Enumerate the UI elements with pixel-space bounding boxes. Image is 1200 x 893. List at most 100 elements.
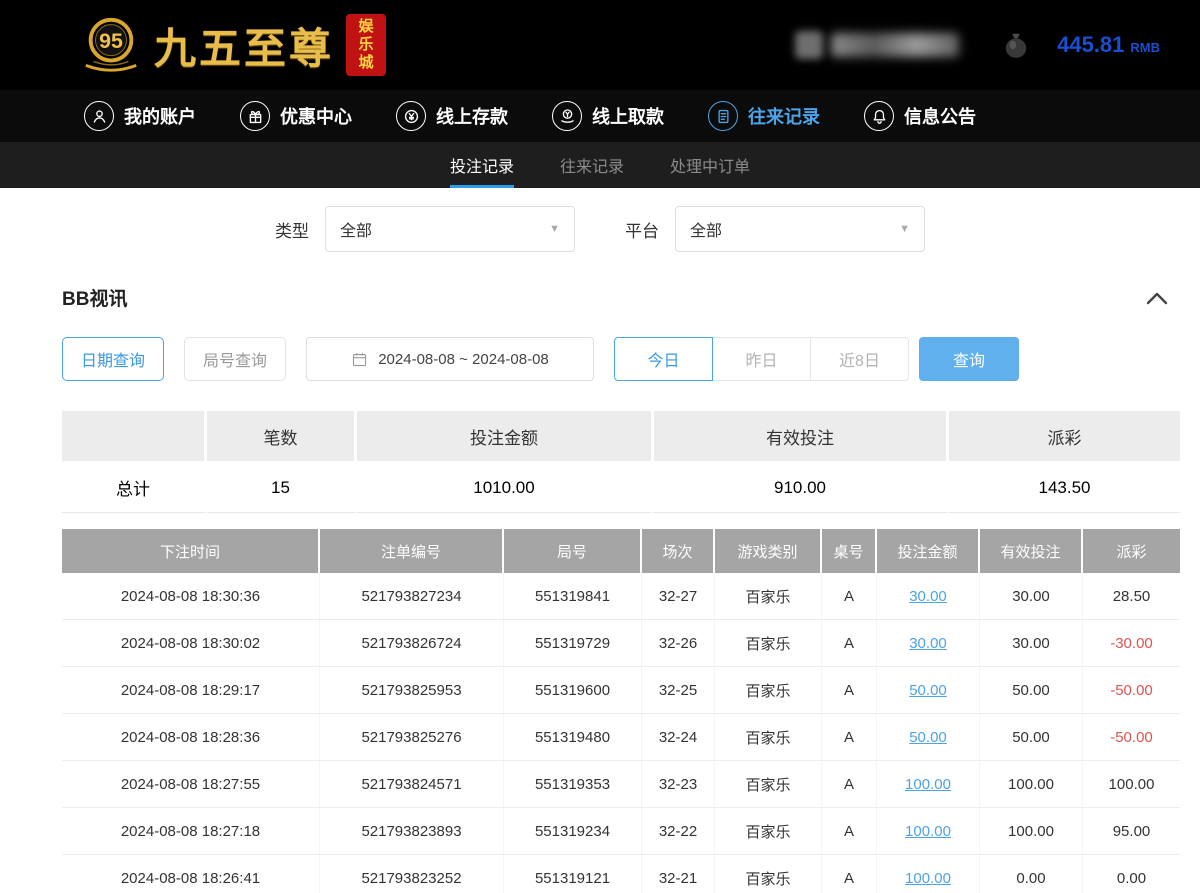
payout-cell: 0.00 [1083,855,1180,893]
bet-id-cell: 521793825276 [320,714,504,760]
search-button[interactable]: 查询 [919,337,1019,381]
payout-cell: -30.00 [1083,620,1180,666]
quick-date-group: 今日 昨日 近8日 [614,337,909,381]
table-no-cell: A [822,855,877,893]
today-button[interactable]: 今日 [614,337,713,381]
game-type-cell: 百家乐 [715,855,822,893]
round-query-button[interactable]: 局号查询 [184,337,286,381]
tab-transaction-records[interactable]: 往来记录 [560,142,624,188]
main-nav: 我的账户 优惠中心 线上存款 线上取款 往来记录 信息公告 [0,90,1200,142]
nav-item-records[interactable]: 往来记录 [708,101,820,131]
platform-select[interactable]: 全部 ▼ [675,206,925,252]
col-bet-time: 下注时间 [62,529,320,573]
date-query-button[interactable]: 日期查询 [62,337,164,381]
tab-bet-records[interactable]: 投注记录 [450,142,514,188]
platform-select-value: 全部 [690,217,722,241]
account-balance: 445.81 RMB [1057,32,1160,58]
table-row: 2024-08-08 18:29:17 521793825953 5513196… [62,667,1180,714]
logo-emblem-icon: 95 [80,14,142,76]
valid-bet-cell: 50.00 [980,667,1083,713]
table-no-cell: A [822,808,877,854]
session-cell: 32-23 [642,761,715,807]
nav-item-promotions[interactable]: 优惠中心 [240,101,352,131]
sub-nav: 投注记录 往来记录 处理中订单 [0,142,1200,188]
bet-id-cell: 521793823252 [320,855,504,893]
summary-count-value: 15 [207,463,357,513]
bet-time-cell: 2024-08-08 18:30:02 [62,620,320,666]
table-row: 2024-08-08 18:28:36 521793825276 5513194… [62,714,1180,761]
col-payout: 派彩 [1083,529,1180,573]
bet-amount-link[interactable]: 100.00 [877,808,980,854]
session-cell: 32-21 [642,855,715,893]
session-cell: 32-26 [642,620,715,666]
nav-item-label: 往来记录 [748,103,820,129]
deposit-icon [396,101,426,131]
valid-bet-cell: 100.00 [980,808,1083,854]
payout-cell: 28.50 [1083,573,1180,619]
payout-cell: 95.00 [1083,808,1180,854]
bet-amount-link[interactable]: 30.00 [877,573,980,619]
user-area: 445.81 RMB [795,30,1160,60]
site-logo[interactable]: 95 九五至尊 娱乐城 [80,14,386,76]
type-select[interactable]: 全部 ▼ [325,206,575,252]
summary-valid-bet-value: 910.00 [654,463,949,513]
logo-title: 九五至尊 [154,15,334,76]
valid-bet-cell: 30.00 [980,573,1083,619]
summary-table: 笔数 投注金额 有效投注 派彩 总计 15 1010.00 910.00 143… [62,411,1180,513]
balance-currency: RMB [1130,40,1160,55]
platform-filter-label: 平台 [625,217,659,242]
summary-header-valid-bet: 有效投注 [654,411,949,461]
bet-amount-link[interactable]: 100.00 [877,855,980,893]
wallet-icon [1001,30,1031,60]
last8days-button[interactable]: 近8日 [810,337,909,381]
session-cell: 32-22 [642,808,715,854]
nav-item-announcements[interactable]: 信息公告 [864,101,976,131]
round-cell: 551319480 [504,714,642,760]
bet-amount-link[interactable]: 100.00 [877,761,980,807]
game-type-cell: 百家乐 [715,714,822,760]
type-select-value: 全部 [340,217,372,241]
bet-amount-link[interactable]: 30.00 [877,620,980,666]
summary-header-count: 笔数 [207,411,357,461]
gift-icon [240,101,270,131]
section-title: BB视讯 [62,284,127,311]
round-cell: 551319353 [504,761,642,807]
bet-time-cell: 2024-08-08 18:26:41 [62,855,320,893]
bet-amount-link[interactable]: 50.00 [877,667,980,713]
nav-item-label: 优惠中心 [280,103,352,129]
round-cell: 551319234 [504,808,642,854]
nav-item-withdraw[interactable]: 线上取款 [552,101,664,131]
summary-total-label: 总计 [62,463,207,513]
nav-item-label: 线上取款 [592,103,664,129]
table-row: 2024-08-08 18:27:55 521793824571 5513193… [62,761,1180,808]
tab-processing-orders[interactable]: 处理中订单 [670,142,750,188]
table-no-cell: A [822,573,877,619]
valid-bet-cell: 50.00 [980,714,1083,760]
bet-id-cell: 521793824571 [320,761,504,807]
payout-cell: 100.00 [1083,761,1180,807]
nav-item-deposit[interactable]: 线上存款 [396,101,508,131]
yesterday-button[interactable]: 昨日 [712,337,811,381]
bet-id-cell: 521793823893 [320,808,504,854]
filter-row: 类型 全部 ▼ 平台 全部 ▼ [62,206,1138,252]
collapse-chevron-up-icon[interactable] [1146,291,1180,305]
payout-cell: -50.00 [1083,667,1180,713]
bet-time-cell: 2024-08-08 18:28:36 [62,714,320,760]
records-header-row: 下注时间 注单编号 局号 场次 游戏类别 桌号 投注金额 有效投注 派彩 [62,529,1180,573]
bet-amount-link[interactable]: 50.00 [877,714,980,760]
summary-total-row: 总计 15 1010.00 910.00 143.50 [62,463,1180,513]
game-type-cell: 百家乐 [715,761,822,807]
summary-header-bet-amount: 投注金额 [357,411,654,461]
valid-bet-cell: 0.00 [980,855,1083,893]
chevron-down-icon: ▼ [549,223,560,235]
nav-item-label: 线上存款 [436,103,508,129]
records-table: 下注时间 注单编号 局号 场次 游戏类别 桌号 投注金额 有效投注 派彩 202… [62,529,1180,893]
table-no-cell: A [822,714,877,760]
date-range-picker[interactable]: 2024-08-08 ~ 2024-08-08 [306,337,594,381]
bet-id-cell: 521793825953 [320,667,504,713]
table-no-cell: A [822,667,877,713]
nav-item-my-account[interactable]: 我的账户 [84,101,196,131]
username-redacted [795,31,959,59]
col-game-type: 游戏类别 [715,529,822,573]
table-row: 2024-08-08 18:27:18 521793823893 5513192… [62,808,1180,855]
